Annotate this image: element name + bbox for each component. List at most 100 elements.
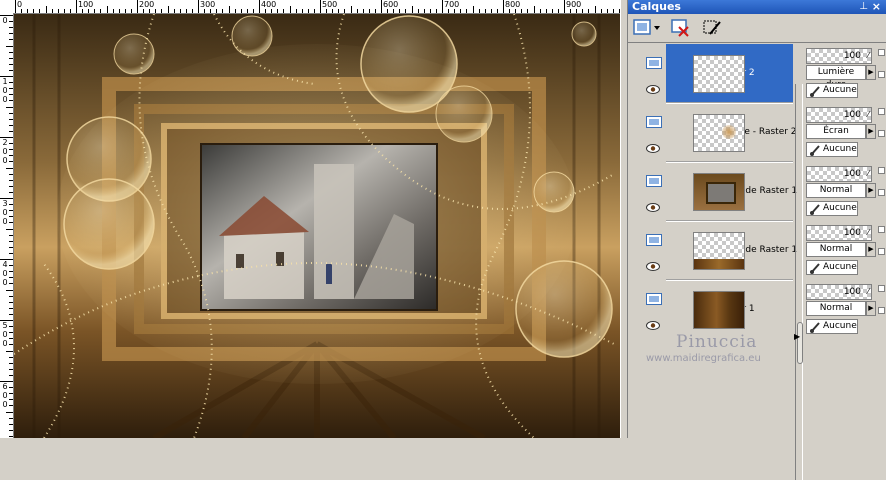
opacity-value: 100 bbox=[843, 287, 861, 297]
lock-transparency-box[interactable] bbox=[878, 226, 885, 233]
ruler-minor-tick bbox=[9, 191, 13, 193]
link-box[interactable] bbox=[878, 71, 885, 78]
opacity-slider[interactable]: 100 ⁄ bbox=[806, 166, 872, 182]
visibility-eye-icon[interactable] bbox=[646, 256, 660, 271]
blend-mode-select[interactable]: Écran bbox=[806, 124, 866, 139]
ruler-minor-tick bbox=[429, 9, 431, 13]
ruler-minor-tick bbox=[9, 88, 13, 90]
layer-thumbnail bbox=[693, 114, 745, 152]
new-layer-button[interactable] bbox=[632, 18, 660, 38]
ruler-minor-tick bbox=[460, 9, 462, 13]
ruler-minor-tick bbox=[521, 9, 523, 13]
ruler-minor-tick bbox=[228, 6, 230, 13]
palette-toolbar bbox=[628, 14, 886, 43]
layer-row[interactable]: Copie de Raster 1 bbox=[666, 221, 797, 279]
ruler-minor-tick bbox=[9, 161, 13, 163]
image-canvas[interactable] bbox=[14, 14, 620, 438]
blend-mode-select[interactable]: Normal bbox=[806, 183, 866, 198]
ruler-minor-tick bbox=[9, 326, 13, 328]
close-icon[interactable]: × bbox=[872, 0, 881, 14]
ruler-label: 0 bbox=[2, 400, 8, 409]
ruler-label: 900 bbox=[566, 0, 582, 9]
link-box[interactable] bbox=[878, 130, 885, 137]
ruler-minor-tick bbox=[9, 39, 13, 41]
lock-transparency-box[interactable] bbox=[878, 285, 885, 292]
ruler-label: 500 bbox=[322, 0, 338, 9]
ruler-minor-tick bbox=[9, 21, 13, 23]
blend-mode-arrow-icon[interactable]: ▶ bbox=[866, 183, 876, 198]
ruler-minor-tick bbox=[9, 417, 13, 419]
visibility-eye-icon[interactable] bbox=[646, 315, 660, 330]
edit-layer-button[interactable] bbox=[702, 18, 724, 38]
opacity-slider[interactable]: 100 ⁄ bbox=[806, 284, 872, 300]
splitter-grip[interactable] bbox=[797, 322, 803, 364]
blend-mode-select[interactable]: Normal bbox=[806, 301, 866, 316]
layer-row[interactable]: Copie de Raster 1 bbox=[666, 162, 797, 220]
ruler-minor-tick bbox=[356, 9, 358, 13]
opacity-slider[interactable]: 100 ⁄ bbox=[806, 107, 872, 123]
link-box[interactable] bbox=[878, 248, 885, 255]
ruler-minor-tick bbox=[545, 9, 547, 13]
link-box[interactable] bbox=[878, 189, 885, 196]
visibility-eye-icon[interactable] bbox=[646, 138, 660, 153]
ruler-minor-tick bbox=[490, 9, 492, 13]
ruler-minor-tick bbox=[9, 246, 13, 248]
lock-transparency-box[interactable] bbox=[878, 167, 885, 174]
opacity-slider[interactable]: 100 ⁄ bbox=[806, 225, 872, 241]
delete-layer-button[interactable] bbox=[670, 18, 692, 38]
blend-mode-arrow-icon[interactable]: ▶ bbox=[866, 65, 876, 80]
ruler-minor-tick bbox=[9, 332, 13, 334]
visibility-eye-icon[interactable] bbox=[646, 197, 660, 212]
ruler-minor-tick bbox=[252, 9, 254, 13]
ruler-tick bbox=[15, 0, 16, 13]
ruler-minor-tick bbox=[515, 9, 517, 13]
opacity-notch-icon: ⁄ bbox=[867, 169, 869, 178]
mask-button[interactable]: Aucune bbox=[806, 201, 858, 216]
layer-row[interactable]: Groupe - Raster 2 bbox=[666, 103, 797, 161]
new-layer-icon bbox=[633, 19, 660, 35]
ruler-minor-tick bbox=[9, 252, 13, 254]
blend-mode-arrow-icon[interactable]: ▶ bbox=[866, 242, 876, 257]
blend-mode-arrow-icon[interactable]: ▶ bbox=[866, 124, 876, 139]
ruler-label: 0 bbox=[2, 278, 8, 287]
ruler-minor-tick bbox=[435, 9, 437, 13]
ruler-minor-tick bbox=[118, 9, 120, 13]
link-box[interactable] bbox=[878, 307, 885, 314]
ruler-minor-tick bbox=[600, 9, 602, 13]
ruler-tick bbox=[381, 0, 382, 13]
layer-row[interactable]: Raster 1 bbox=[666, 280, 793, 338]
mask-button[interactable]: Aucune bbox=[806, 260, 858, 275]
ruler-minor-tick bbox=[106, 6, 108, 13]
ruler-minor-tick bbox=[63, 9, 65, 13]
ruler-minor-tick bbox=[338, 9, 340, 13]
blend-mode-select[interactable]: Lumière dure bbox=[806, 65, 866, 90]
palette-titlebar[interactable]: Calques ⊥ × bbox=[628, 0, 886, 14]
layer-list-splitter[interactable] bbox=[795, 84, 803, 480]
ruler-minor-tick bbox=[612, 9, 614, 13]
raster-layer-icon bbox=[646, 54, 662, 69]
ruler-minor-tick bbox=[588, 9, 590, 13]
canvas-palette-divider[interactable] bbox=[620, 0, 628, 438]
lock-transparency-box[interactable] bbox=[878, 49, 885, 56]
ruler-minor-tick bbox=[478, 9, 480, 13]
ruler-minor-tick bbox=[210, 9, 212, 13]
pin-icon[interactable]: ⊥ bbox=[859, 1, 868, 13]
blend-mode-arrow-icon[interactable]: ▶ bbox=[866, 301, 876, 316]
layer-row[interactable]: Raster 2 bbox=[666, 44, 793, 102]
ruler-minor-tick bbox=[100, 9, 102, 13]
ruler-minor-tick bbox=[9, 265, 13, 267]
mask-button[interactable]: Aucune bbox=[806, 319, 858, 334]
expand-arrow-icon[interactable]: ▶ bbox=[794, 333, 800, 341]
ruler-minor-tick bbox=[6, 350, 13, 352]
visibility-eye-icon[interactable] bbox=[646, 79, 660, 94]
ruler-minor-tick bbox=[21, 9, 23, 13]
blend-mode-select[interactable]: Normal bbox=[806, 242, 866, 257]
ruler-minor-tick bbox=[94, 9, 96, 13]
mask-button[interactable]: Aucune bbox=[806, 142, 858, 157]
ruler-minor-tick bbox=[393, 9, 395, 13]
mask-button[interactable]: Aucune bbox=[806, 83, 858, 98]
ruler-minor-tick bbox=[509, 9, 511, 13]
lock-transparency-box[interactable] bbox=[878, 108, 885, 115]
ruler-minor-tick bbox=[557, 9, 559, 13]
opacity-slider[interactable]: 100 ⁄ bbox=[806, 48, 872, 64]
